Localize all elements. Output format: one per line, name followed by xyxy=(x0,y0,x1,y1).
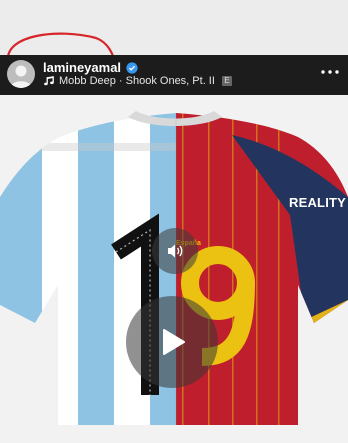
play-icon xyxy=(163,329,185,355)
explicit-badge: E xyxy=(221,76,232,86)
reality-overlay-text: REALITY xyxy=(289,195,347,210)
username-row: lamineyamal xyxy=(43,60,138,75)
audio-track-label: Mobb Deep · Shook Ones, Pt. II xyxy=(59,75,215,87)
username[interactable]: lamineyamal xyxy=(43,60,121,75)
user-avatar-icon xyxy=(10,65,32,88)
avatar[interactable] xyxy=(7,60,35,88)
more-options-icon xyxy=(321,70,339,74)
music-note-icon xyxy=(44,76,54,86)
sound-toggle-button[interactable] xyxy=(152,228,198,274)
more-options-button[interactable] xyxy=(318,63,342,81)
audio-attribution[interactable]: Mobb Deep · Shook Ones, Pt. II E xyxy=(43,75,232,87)
speaker-icon xyxy=(168,244,183,258)
verified-badge-icon xyxy=(126,61,138,74)
play-button[interactable] xyxy=(126,296,218,388)
